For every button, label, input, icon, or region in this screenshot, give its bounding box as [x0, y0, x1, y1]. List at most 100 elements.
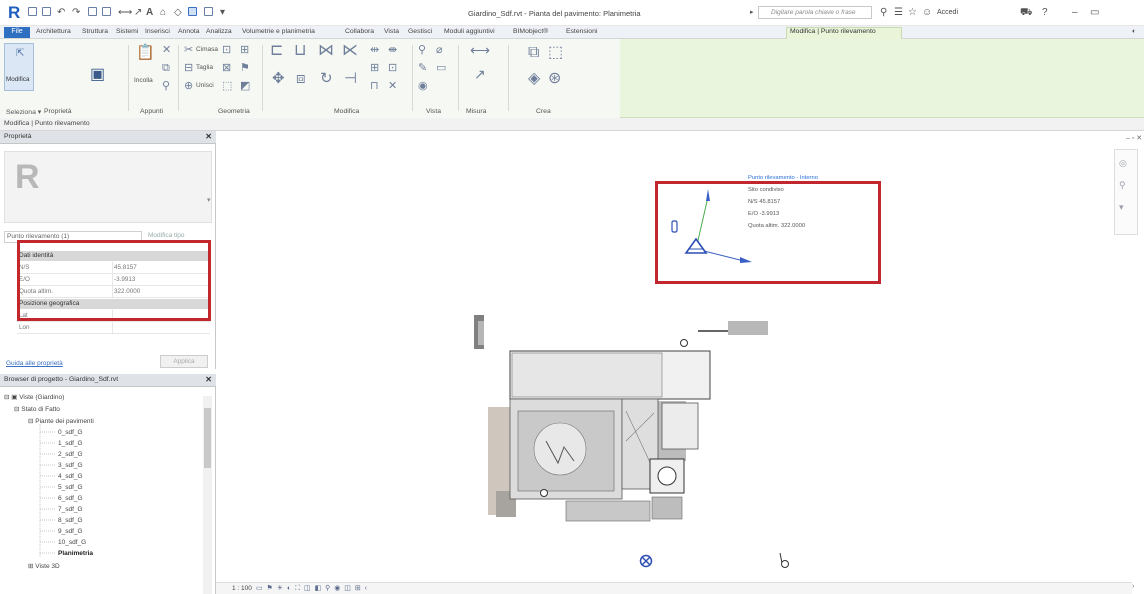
mirror-axis-icon[interactable]: ⋈	[318, 43, 334, 59]
internal-origin-icon[interactable]	[776, 551, 794, 571]
mirror-draw-icon[interactable]: ⋉	[342, 43, 358, 59]
section-icon[interactable]: ◇	[174, 8, 182, 18]
view-control-icons[interactable]: ▭ ⚑ ☀ ◐ ⛶ ◫ ◧ ⚲ ◉ ◫ ⊞ ‹	[256, 584, 368, 593]
tab-vista[interactable]: Vista	[384, 28, 399, 35]
tab-collabora[interactable]: Collabora	[345, 28, 374, 35]
app-logo[interactable]: R	[8, 3, 20, 23]
tab-gestisci[interactable]: Gestisci	[408, 28, 432, 35]
customize-toolbar-icon[interactable]: ▾	[220, 8, 225, 18]
override-graphics-icon[interactable]: ⚲	[418, 45, 426, 56]
copy-icon[interactable]: ⧉	[162, 63, 170, 74]
floor-plan-drawing[interactable]	[466, 301, 786, 541]
view-scale[interactable]: 1 : 100	[232, 585, 252, 592]
maximize-icon[interactable]: ▭	[1090, 8, 1099, 18]
measure-tool-icon[interactable]: ⟷	[470, 43, 490, 57]
chevron-down-icon[interactable]: ▾	[207, 196, 211, 204]
line-work-icon[interactable]: ◩	[240, 81, 250, 92]
tab-sistemi[interactable]: Sistemi	[116, 28, 138, 35]
edit-type-button[interactable]: Modifica tipo	[148, 232, 185, 239]
tab-analizza[interactable]: Analizza	[206, 28, 232, 35]
apply-button[interactable]: Applica	[160, 355, 208, 368]
user-icon[interactable]: ☺	[922, 8, 932, 18]
redo-icon[interactable]: ↷	[72, 8, 80, 18]
scroll-right-icon[interactable]: ›	[1132, 583, 1134, 590]
tab-modifica-punto-rilevamento[interactable]: Modifica | Punto rilevamento	[790, 28, 876, 35]
tab-volumetrie[interactable]: Volumetrie e planimetria	[242, 28, 315, 35]
dimension-icon[interactable]: ↗	[134, 8, 142, 18]
tab-struttura[interactable]: Struttura	[82, 28, 108, 35]
favorites-icon[interactable]: ☆	[908, 8, 917, 18]
paint-icon[interactable]: ⚑	[240, 63, 250, 74]
subscription-icon[interactable]: ☰	[894, 8, 903, 18]
match-type-icon[interactable]: ⚲	[162, 81, 170, 92]
trim-icon[interactable]: ⊣	[344, 71, 357, 86]
tab-estensioni[interactable]: Estensioni	[566, 28, 597, 35]
linework-icon[interactable]: ✎	[418, 63, 427, 74]
wall-joins-icon[interactable]: ⊡	[222, 45, 231, 56]
cope-icon[interactable]: ✂	[184, 45, 193, 56]
selection-box-icon[interactable]: ▭	[436, 63, 446, 74]
tab-moduli-aggiuntivi[interactable]: Moduli aggiuntivi	[444, 28, 495, 35]
cope-label[interactable]: Cimasa	[196, 46, 218, 53]
hide-in-view-icon[interactable]: ◉	[418, 81, 428, 92]
sync-icon[interactable]	[102, 7, 111, 16]
join-label[interactable]: Unisci	[196, 82, 214, 89]
undo-icon[interactable]: ↶	[57, 8, 65, 18]
create-similar-icon[interactable]: ⊛	[548, 71, 561, 87]
split-gap-icon[interactable]: ⇼	[388, 45, 397, 56]
ribbon-options-icon[interactable]: ◐	[1132, 28, 1136, 35]
minimize-icon[interactable]: –	[1072, 8, 1078, 18]
select-group-label[interactable]: Seleziona ▾	[6, 108, 41, 116]
cut-icon[interactable]: ✕	[162, 45, 171, 56]
hide-icon[interactable]: ⌀	[436, 45, 443, 56]
split-icon[interactable]: ⇹	[370, 45, 379, 56]
search-expand-icon[interactable]: ▸	[750, 8, 754, 16]
save-icon[interactable]	[42, 7, 51, 16]
browser-scrollbar[interactable]	[203, 396, 212, 594]
dimension-tool-icon[interactable]: ↗	[474, 67, 486, 81]
create-parts-icon[interactable]: ⬚	[548, 45, 563, 61]
steering-wheel-icon[interactable]: ◎	[1119, 158, 1127, 169]
text-icon[interactable]: A	[146, 8, 153, 18]
tab-bimobject[interactable]: BIMobject®	[513, 28, 548, 35]
offset-icon[interactable]: ⊔	[294, 43, 306, 59]
open-icon[interactable]	[28, 7, 37, 16]
tab-file[interactable]: File	[4, 27, 30, 38]
switch-windows-icon[interactable]	[204, 7, 213, 16]
array-icon[interactable]: ⊞	[370, 63, 379, 74]
search-input[interactable]: Digitare parola chiave o frase	[758, 6, 872, 19]
zoom-icon[interactable]: ⚲	[1119, 180, 1126, 191]
tab-inserisci[interactable]: Inserisci	[145, 28, 170, 35]
zoom-dropdown-icon[interactable]: ▾	[1119, 202, 1124, 213]
binoculars-icon[interactable]: ⚲	[880, 8, 887, 18]
sign-in-link[interactable]: Accedi	[937, 9, 958, 16]
tab-architettura[interactable]: Architettura	[36, 28, 71, 35]
project-base-point-icon[interactable]	[636, 551, 656, 571]
scale-icon[interactable]: ⊡	[388, 63, 397, 74]
create-group-icon[interactable]: ◈	[528, 71, 540, 87]
align-icon[interactable]: ⊏	[270, 43, 283, 59]
split-face-icon[interactable]: ⊞	[240, 45, 249, 56]
move-icon[interactable]: ✥	[272, 71, 285, 86]
measure-icon[interactable]: ⟷	[118, 8, 132, 18]
tab-annota[interactable]: Annota	[178, 28, 200, 35]
help-icon[interactable]: ?	[1042, 8, 1048, 18]
cut-geometry-label[interactable]: Taglia	[196, 64, 213, 71]
properties-icon[interactable]: ▣	[90, 67, 105, 83]
demolish-icon[interactable]: ⊠	[222, 63, 231, 74]
create-assembly-icon[interactable]: ⧉	[528, 45, 539, 61]
rotate-icon[interactable]: ↻	[320, 71, 333, 86]
3d-view-icon[interactable]: ⌂	[160, 8, 166, 18]
modify-button[interactable]: ⇱ Modifica	[4, 43, 34, 91]
cart-icon[interactable]: ⛟	[1020, 8, 1033, 18]
paste-icon[interactable]: 📋	[136, 45, 155, 60]
pin-icon[interactable]: ⊓	[370, 81, 379, 92]
print-icon[interactable]	[88, 7, 97, 16]
close-hidden-icon[interactable]	[188, 7, 197, 16]
scrollbar-thumb[interactable]	[204, 408, 211, 468]
copy-element-icon[interactable]: ⧈	[296, 71, 306, 86]
delete-icon[interactable]: ✕	[388, 81, 397, 92]
cut-geometry-icon[interactable]: ⊟	[184, 63, 193, 74]
properties-help-link[interactable]: Guida alle proprietà	[6, 360, 63, 367]
close-icon[interactable]: ✕	[205, 132, 212, 141]
